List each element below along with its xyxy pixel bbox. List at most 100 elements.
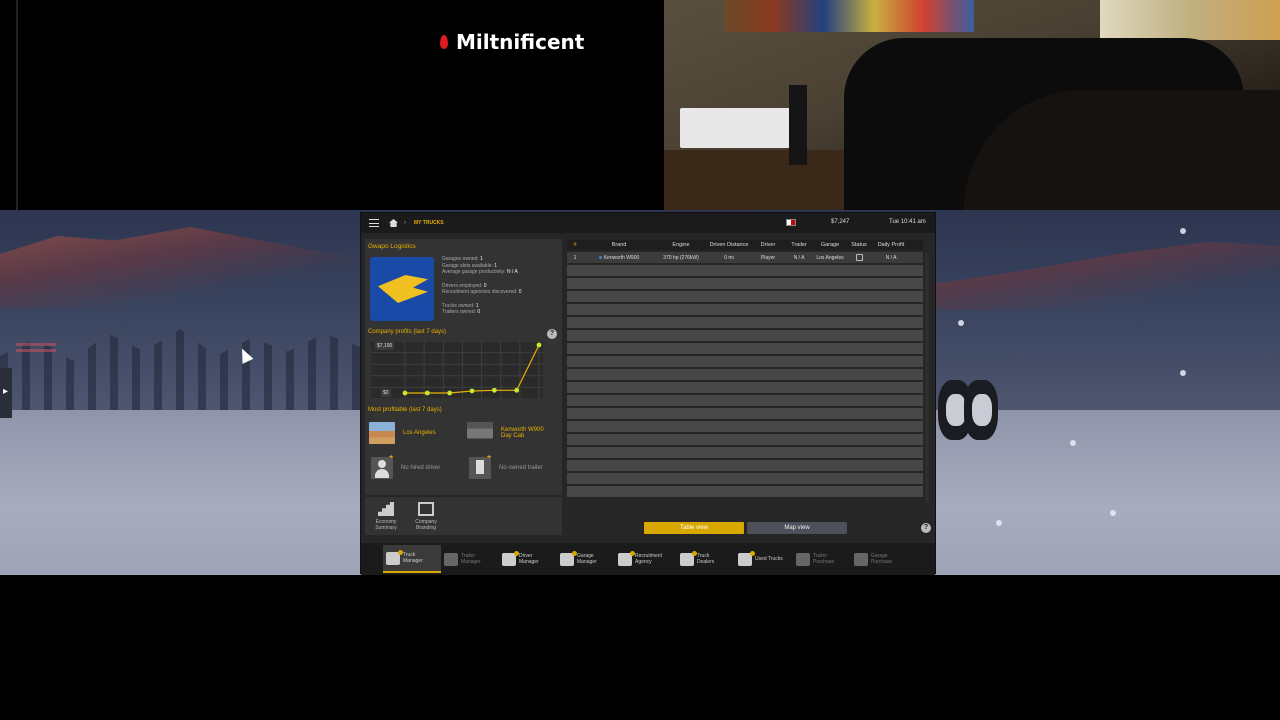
garage-purchase-icon xyxy=(854,552,868,566)
location-pin-icon xyxy=(440,35,448,49)
snowflake xyxy=(1110,510,1116,516)
profit-point[interactable] xyxy=(424,390,430,396)
company-branding-button[interactable]: Company Branding xyxy=(408,500,444,532)
company-tools: Economy Summary Company Branding xyxy=(365,497,562,535)
profits-title: Company profits (last 7 days) xyxy=(368,329,447,335)
most-profitable-trailer[interactable]: + No owned trailer xyxy=(469,454,543,479)
help-icon[interactable]: ? xyxy=(921,523,931,533)
snowflake xyxy=(958,320,964,326)
empty-table-row xyxy=(567,304,923,315)
empty-table-row xyxy=(567,382,923,393)
recruitment-agency-icon xyxy=(618,550,635,566)
microphone xyxy=(789,85,807,165)
trailer-purchase-icon xyxy=(796,552,810,566)
nav-driver-manager[interactable]: Driver Manager xyxy=(499,545,557,573)
nav-label: Trailer Manager xyxy=(461,553,481,565)
nav-garage-manager[interactable]: Garage Manager xyxy=(557,545,615,573)
side-panel-toggle[interactable]: ▸ xyxy=(0,368,12,418)
help-icon[interactable]: ? xyxy=(547,329,557,339)
breadcrumb[interactable]: MY TRUCKS xyxy=(414,220,444,226)
empty-table-row xyxy=(567,369,923,380)
city-thumbnail xyxy=(369,422,395,444)
empty-table-row xyxy=(567,330,923,341)
profit-point[interactable] xyxy=(536,342,542,348)
table-row[interactable]: 1 Kenworth W900 370 hp (276kW) 0 mi Play… xyxy=(567,252,923,263)
screen: Miltnificent ▸ › MY TRUCKS $7,247 Tue 10… xyxy=(0,0,1280,720)
col-daily-profit[interactable]: Daily Profit xyxy=(871,242,911,248)
profits-chart-svg xyxy=(371,341,543,399)
empty-table-row xyxy=(567,356,923,367)
profit-point[interactable] xyxy=(514,387,520,393)
y-tick-bottom: $0 xyxy=(381,389,391,397)
company-name: Gwapo Logistics xyxy=(368,243,416,250)
profit-point[interactable] xyxy=(469,388,475,394)
most-profitable-truck[interactable]: Kenworth W900 Day Cab xyxy=(467,422,555,444)
empty-table-row xyxy=(567,486,923,497)
col-brand[interactable]: Brand xyxy=(583,242,655,248)
empty-table-row xyxy=(567,421,923,432)
arrow-right-icon: ▸ xyxy=(3,386,9,397)
truck-manager-window: › MY TRUCKS $7,247 Tue 10:41 am Gwapo Lo… xyxy=(360,212,936,575)
col-trailer[interactable]: Trailer xyxy=(785,242,813,248)
brand-dot-icon xyxy=(598,255,602,259)
truck-wheels xyxy=(938,380,1010,442)
nav-truck-dealers[interactable]: Truck Dealers xyxy=(677,545,735,573)
driver-manager-icon xyxy=(502,550,519,566)
trailer-manager-icon xyxy=(444,552,458,566)
most-profitable-driver[interactable]: + No hired driver xyxy=(371,454,440,479)
nav-recruitment-agency[interactable]: Recruitment Agency xyxy=(615,545,677,573)
profit-point[interactable] xyxy=(447,390,453,396)
menu-icon[interactable] xyxy=(369,219,379,227)
bar-chart-icon xyxy=(378,502,394,516)
col-garage[interactable]: Garage xyxy=(813,242,847,248)
money-display: $7,247 xyxy=(831,219,850,225)
empty-table-row xyxy=(567,447,923,458)
truck-thumbnail xyxy=(467,422,493,444)
empty-table-row xyxy=(567,460,923,471)
empty-table-row xyxy=(567,265,923,276)
nav-label: Used Trucks xyxy=(755,556,783,562)
truck-manager-icon xyxy=(386,549,403,565)
col-driver[interactable]: Driver xyxy=(751,242,785,248)
nav-label: Driver Manager xyxy=(519,553,539,565)
economy-summary-button[interactable]: Economy Summary xyxy=(368,500,404,532)
table-scrollbar[interactable] xyxy=(925,253,929,503)
manager-nav: Truck Manager Trailer Manager Driver Manager G… xyxy=(361,543,935,575)
table-header: # Brand Engine Driven Distance Driver Tr… xyxy=(567,240,923,250)
table-view-button[interactable]: Table view xyxy=(644,522,744,534)
most-profitable-title: Most profitable (last 7 days) xyxy=(368,407,442,413)
company-stats: Garages owned: 1 Garage slots available:… xyxy=(442,256,522,315)
empty-table-row xyxy=(567,278,923,289)
profits-chart: $7,100 $0 xyxy=(371,341,543,399)
chevron-right-icon: › xyxy=(404,220,406,226)
snowflake xyxy=(1070,440,1076,446)
game-console xyxy=(680,108,790,148)
empty-table-row xyxy=(567,291,923,302)
snowflake xyxy=(1180,228,1186,234)
branding-icon xyxy=(418,502,434,516)
map-view-button[interactable]: Map view xyxy=(747,522,847,534)
nav-trailer-purchase[interactable]: Trailer Purchase xyxy=(793,545,851,573)
game-clock: Tue 10:41 am xyxy=(889,219,926,225)
nav-garage-purchase[interactable]: Garage Purchase xyxy=(851,545,909,573)
col-status[interactable]: Status xyxy=(847,242,871,248)
empty-table-row xyxy=(567,395,923,406)
col-distance[interactable]: Driven Distance xyxy=(707,242,751,248)
most-profitable-city[interactable]: Los Angeles xyxy=(369,422,436,444)
company-logo[interactable] xyxy=(370,257,434,321)
home-icon[interactable] xyxy=(389,219,398,227)
profit-point[interactable] xyxy=(402,390,408,396)
nav-label: Garage Manager xyxy=(577,553,597,565)
nav-trailer-manager[interactable]: Trailer Manager xyxy=(441,545,499,573)
forest xyxy=(0,329,360,410)
col-index[interactable]: # xyxy=(567,242,583,248)
trucks-table: # Brand Engine Driven Distance Driver Tr… xyxy=(567,240,923,506)
nav-used-trucks[interactable]: Used Trucks xyxy=(735,545,793,573)
col-engine[interactable]: Engine xyxy=(655,242,707,248)
nav-truck-manager[interactable]: Truck Manager xyxy=(383,545,441,573)
wall-poster-comic xyxy=(1100,0,1280,40)
empty-table-row xyxy=(567,317,923,328)
top-bar: › MY TRUCKS $7,247 Tue 10:41 am xyxy=(361,213,935,233)
profit-point[interactable] xyxy=(491,387,497,393)
shelf xyxy=(664,150,864,210)
